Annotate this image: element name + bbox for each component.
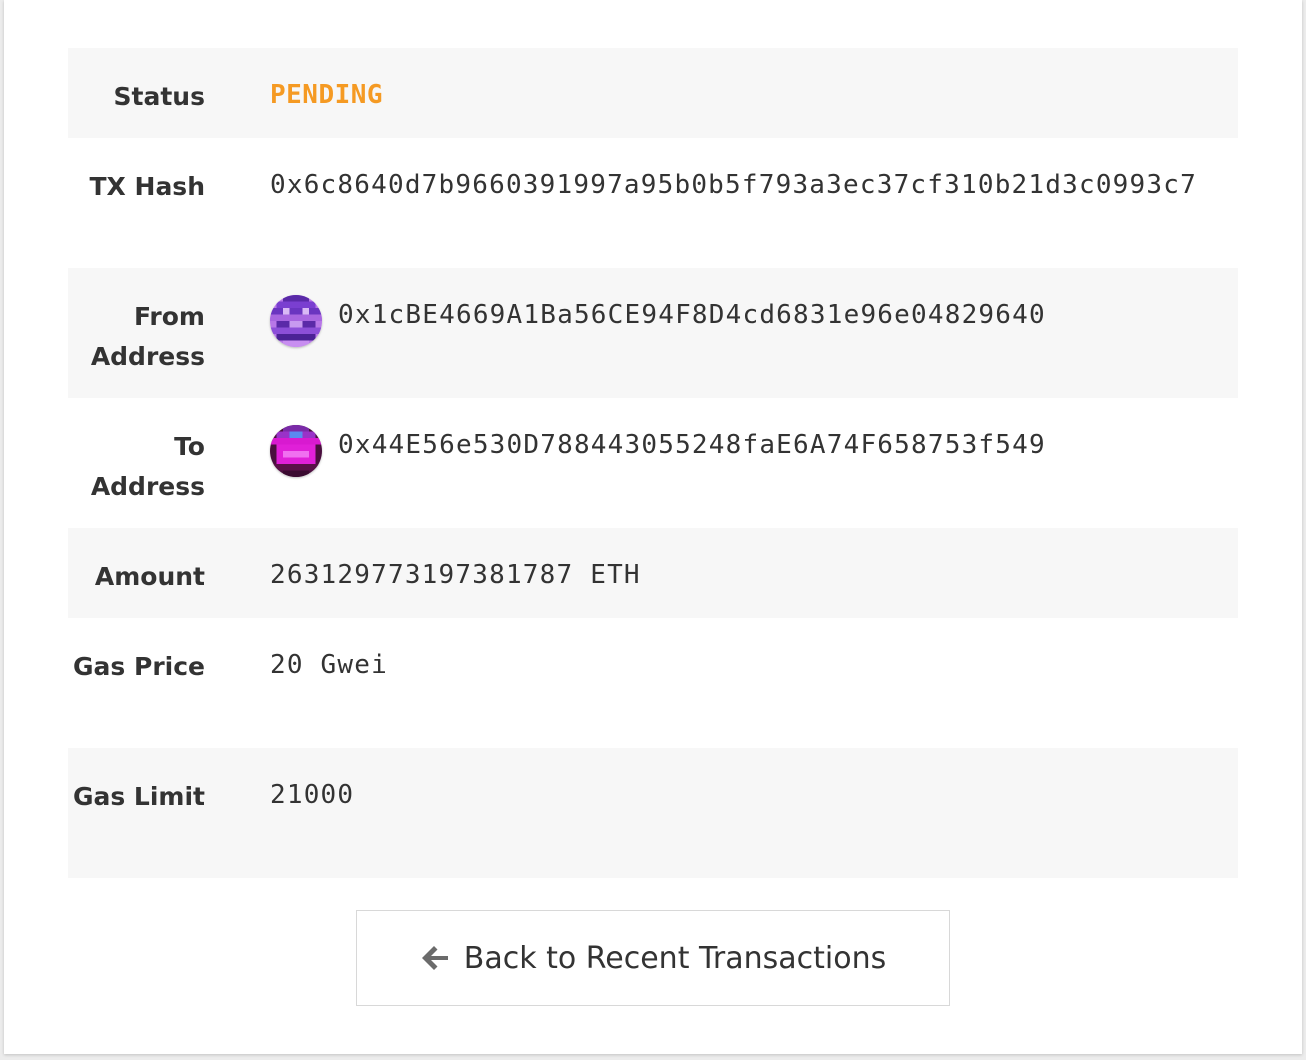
gas-limit-row: Gas Limit 21000 xyxy=(68,748,1238,878)
tx-hash-value: 0x6c8640d7b9660391997a95b0b5f793a3ec37cf… xyxy=(270,170,1197,200)
gas-limit-value: 21000 xyxy=(270,780,355,810)
tx-hash-label: TX Hash xyxy=(89,172,205,201)
gas-price-row: Gas Price 20 Gwei xyxy=(68,618,1238,748)
tx-hash-row: TX Hash 0x6c8640d7b9660391997a95b0b5f793… xyxy=(68,138,1238,268)
amount-row: Amount 263129773197381787 ETH xyxy=(68,528,1238,618)
from-address-row: From Address 0x1cBE4669A1Ba56CE94F8D4cd6… xyxy=(68,268,1238,398)
amount-label: Amount xyxy=(94,562,205,591)
transaction-details-table: Status PENDING TX Hash 0x6c8640d7b966039… xyxy=(68,48,1238,878)
status-value: PENDING xyxy=(270,80,384,110)
amount-value: 263129773197381787 ETH xyxy=(270,560,641,590)
from-identicon-avatar xyxy=(270,295,322,347)
transaction-card: Status PENDING TX Hash 0x6c8640d7b966039… xyxy=(4,0,1302,1054)
gas-limit-label: Gas Limit xyxy=(72,782,205,811)
status-row: Status PENDING xyxy=(68,48,1238,138)
from-address-label: From Address xyxy=(90,302,205,371)
to-identicon-avatar xyxy=(270,425,322,477)
back-button-label: Back to Recent Transactions xyxy=(463,940,887,976)
gas-price-value: 20 Gwei xyxy=(270,650,388,680)
back-to-recent-transactions-button[interactable]: Back to Recent Transactions xyxy=(356,910,950,1006)
from-address-value: 0x1cBE4669A1Ba56CE94F8D4cd6831e96e048296… xyxy=(338,300,1046,330)
status-label: Status xyxy=(113,82,205,111)
gas-price-label: Gas Price xyxy=(73,652,205,681)
to-address-value: 0x44E56e530D788443055248faE6A74F658753f5… xyxy=(338,430,1046,460)
arrow-left-icon xyxy=(420,943,450,973)
to-address-row: To Address 0x44E56e530D788443055248faE6A… xyxy=(68,398,1238,528)
to-address-label: To Address xyxy=(90,432,205,501)
